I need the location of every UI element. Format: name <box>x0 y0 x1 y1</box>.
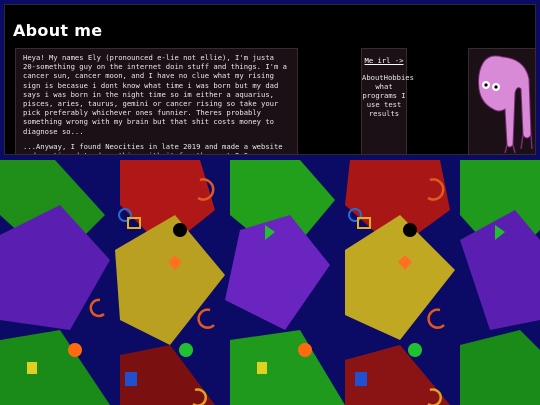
nav-link-what[interactable]: what <box>362 82 406 91</box>
pink-creature-icon <box>469 49 535 154</box>
nav-link-about-hobbies[interactable]: AboutHobbies <box>362 73 414 82</box>
bio-box[interactable]: Heya! My names Ely (pronounced e-lie not… <box>15 48 298 155</box>
nav-link-programs[interactable]: programs I <box>362 91 406 100</box>
about-panel: About me Heya! My names Ely (pronounced … <box>4 4 536 155</box>
bio-paragraph: ...Anyway, I found Neocities in late 201… <box>23 141 283 154</box>
me-irl-link[interactable]: Me irl -> <box>362 56 406 65</box>
bio-paragraph: Heya! My names Ely (pronounced e-lie not… <box>23 53 287 136</box>
nav-links: AboutHobbies what programs I use test re… <box>362 73 414 118</box>
page-title: About me <box>13 21 103 40</box>
nav-link-results[interactable]: results <box>362 109 406 118</box>
nav-link-use-test[interactable]: use test <box>362 100 406 109</box>
avatar <box>468 48 536 155</box>
nav-box: Me irl -> AboutHobbies what programs I u… <box>361 48 414 155</box>
